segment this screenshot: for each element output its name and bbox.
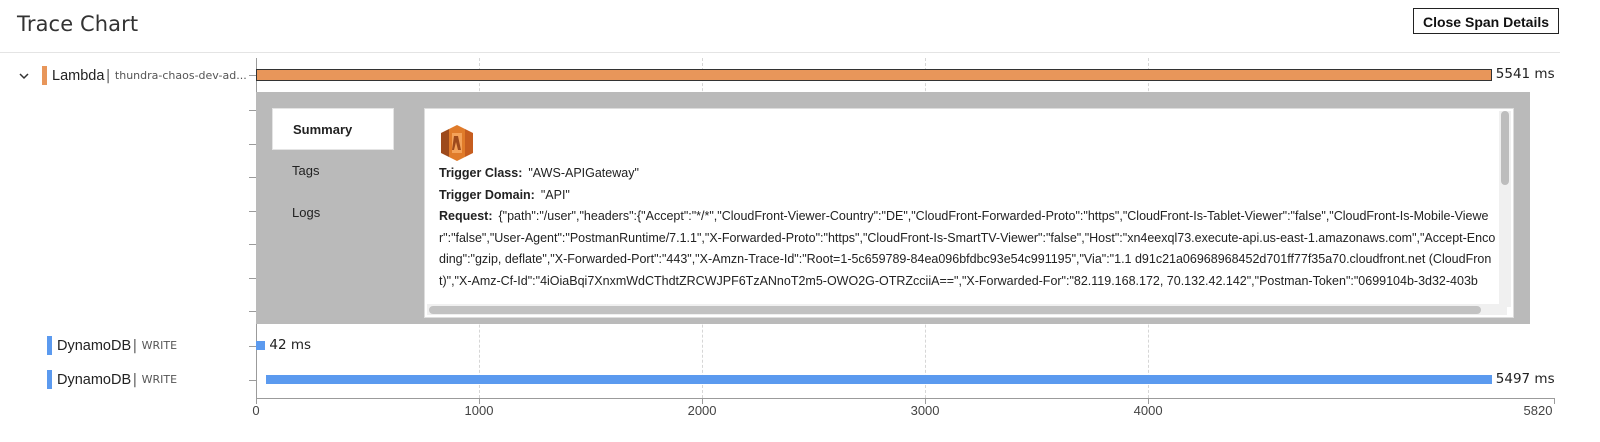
y-tick [249,75,256,76]
y-tick [249,346,256,347]
tab-summary[interactable]: Summary [272,108,394,150]
span-bar-dynamodb-2[interactable] [265,375,1492,384]
request-label: Request: [439,209,493,223]
span-bar-lambda[interactable] [256,69,1492,81]
x-tick [1554,398,1555,404]
label-separator: | [131,337,139,354]
aws-lambda-icon [439,125,1497,161]
summary-panel[interactable]: Trigger Class: "AWS-APIGateway" Trigger D… [424,108,1514,318]
y-tick [249,244,256,245]
y-tick [249,311,256,312]
x-tick-label: 4000 [1133,403,1163,418]
trigger-class-value: "AWS-APIGateway" [528,166,639,180]
tab-logs[interactable]: Logs [272,192,394,234]
trigger-class-label: Trigger Class: [439,166,523,180]
trigger-domain-value: "API" [540,187,570,202]
request-value: {"path":"/user","headers":{"Accept":"*/*… [439,209,1496,288]
span-duration: 5497 ms [1495,371,1555,387]
request-row: Request: {"path":"/user","headers":{"Acce… [439,206,1497,292]
y-tick [249,110,256,111]
service-color-mark [47,336,52,355]
page-title: Trace Chart [17,12,139,36]
chevron-down-icon[interactable] [19,69,33,83]
x-tick-label: 5820 [1523,403,1553,418]
label-separator: | [104,67,112,84]
x-tick-label: 1000 [464,403,494,418]
header-divider [0,52,1560,53]
service-name: Lambda [52,67,105,84]
span-row-lambda[interactable]: Lambda | thundra-chaos-dev-ad... [19,66,247,85]
trigger-domain-row: Trigger Domain: "API" [439,185,1497,207]
span-detail: WRITE [141,339,178,352]
y-tick [249,144,256,145]
span-bar-dynamodb-1[interactable] [256,341,266,350]
detail-tabs: Summary Tags Logs [272,108,394,234]
y-tick [249,278,256,279]
close-span-details-button[interactable]: Close Span Details [1413,8,1559,34]
horizontal-scroll-thumb[interactable] [429,306,1481,314]
vertical-scroll-thumb[interactable] [1501,111,1509,185]
service-color-mark [47,370,52,389]
span-detail: WRITE [141,373,178,386]
x-axis-line [256,398,1554,399]
y-tick [249,211,256,212]
service-color-mark [42,66,47,85]
span-row-dynamodb-1[interactable]: DynamoDB | WRITE [47,336,177,355]
span-duration: 5541 ms [1495,66,1555,82]
trigger-class-row: Trigger Class: "AWS-APIGateway" [439,163,1497,185]
label-separator: | [131,371,139,388]
service-name: DynamoDB [57,371,132,388]
span-row-dynamodb-2[interactable]: DynamoDB | WRITE [47,370,177,389]
x-tick-label: 2000 [687,403,717,418]
tab-tags[interactable]: Tags [272,150,394,192]
span-duration: 42 ms [269,337,312,353]
x-tick-label: 0 [252,403,260,418]
summary-content: Trigger Class: "AWS-APIGateway" Trigger D… [439,125,1497,292]
y-tick [249,380,256,381]
span-detail: thundra-chaos-dev-ad... [114,69,247,82]
trigger-domain-label: Trigger Domain: [439,187,535,202]
service-name: DynamoDB [57,337,132,354]
x-tick-label: 3000 [910,403,940,418]
y-tick [249,177,256,178]
